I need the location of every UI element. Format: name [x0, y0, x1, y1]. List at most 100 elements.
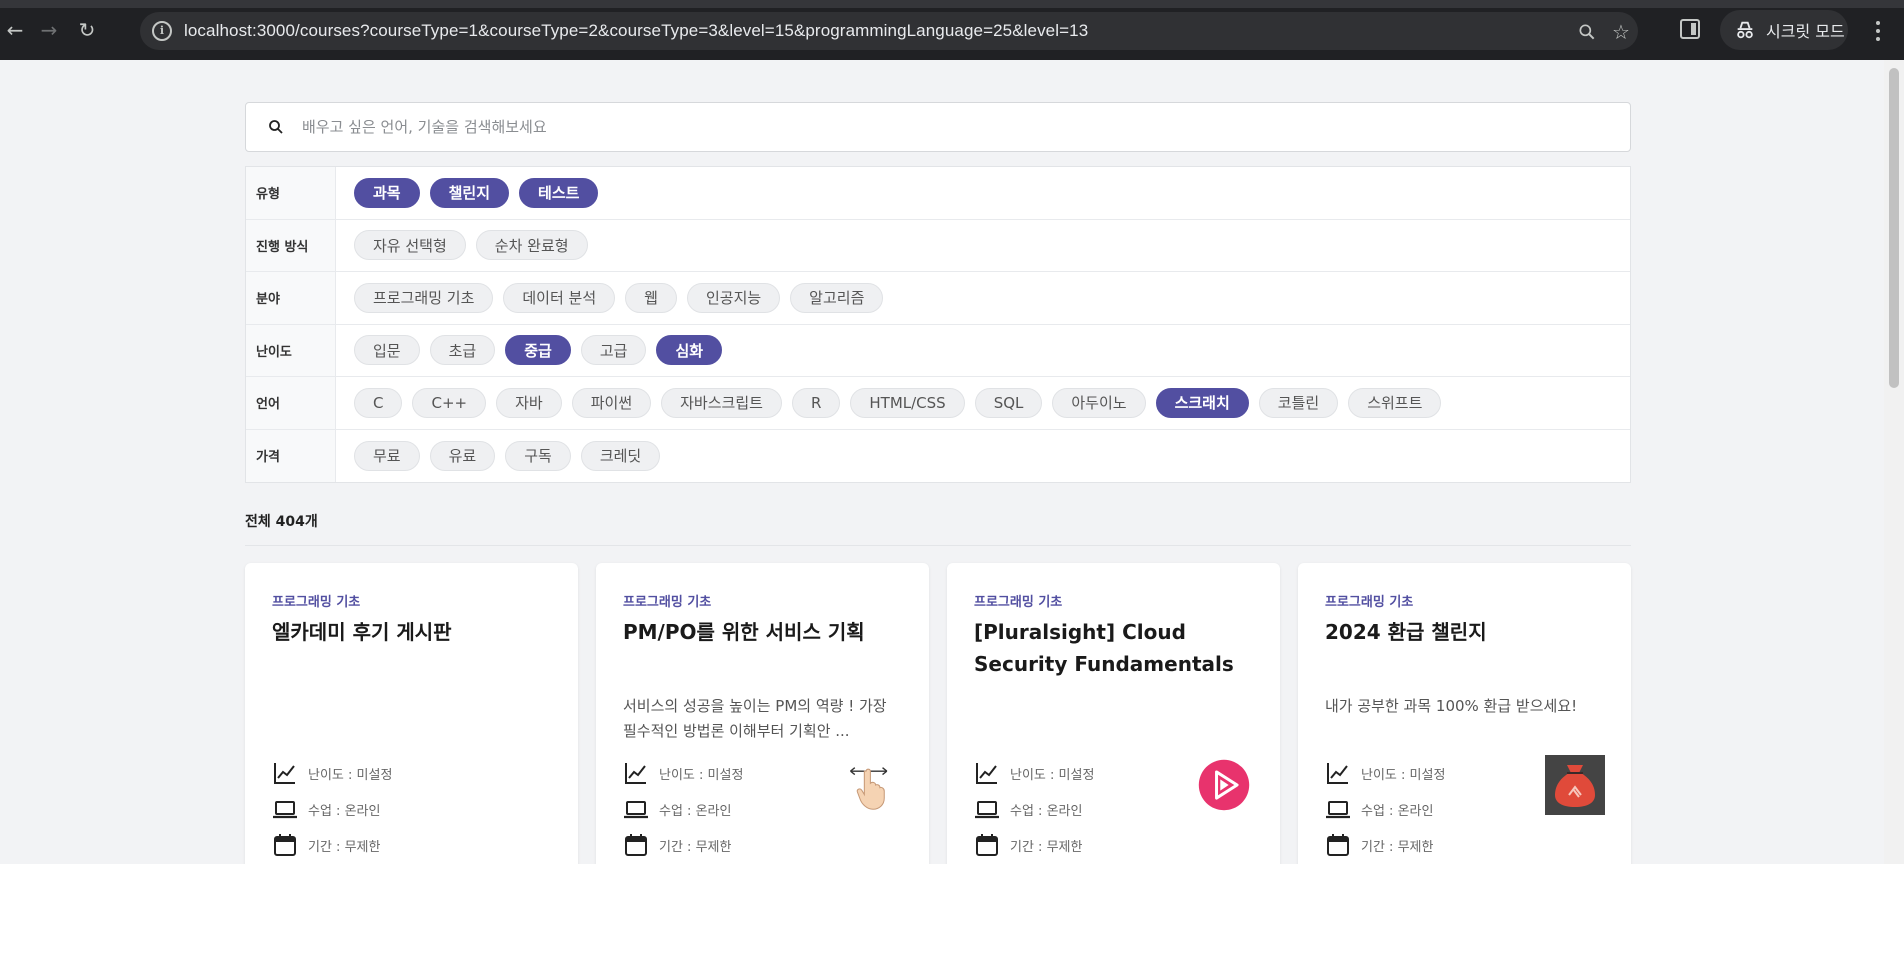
incognito-indicator[interactable]: 시크릿 모드 [1720, 10, 1848, 50]
course-level-text: 난이도 : 미설정 [1361, 767, 1446, 783]
course-title[interactable]: PM/PO를 위한 서비스 기획 [623, 616, 903, 680]
filter-row: 언어 C C++ 자바 파이썬 자바스크립트 R HTML/CSS SQL 아두이노 스크래치 코틀린… [246, 377, 1630, 430]
zoom-icon[interactable] [1576, 21, 1598, 43]
site-info-icon[interactable]: i [152, 21, 172, 41]
laptop-icon [273, 801, 297, 819]
filter-chip[interactable]: 크레딧 [580, 440, 661, 471]
filter-chip[interactable]: 심화 [656, 335, 723, 366]
total-count: 전체 404개 [245, 511, 1631, 546]
pluralsight-logo [1198, 759, 1250, 811]
filter-chip[interactable]: 자유 선택형 [354, 230, 466, 261]
filter-options: 무료 유료 구독 크레딧 [336, 430, 661, 483]
course-description: 서비스의 성공을 높이는 PM의 역량 ! 가장 필수적인 방법론 이해부터 기… [623, 697, 887, 740]
course-card[interactable]: 프로그래밍 기초 [Pluralsight] Cloud Security Fun… [947, 563, 1280, 864]
incognito-label: 시크릿 모드 [1766, 22, 1845, 41]
chart-line-icon [1327, 763, 1348, 784]
calendar-icon [625, 834, 647, 856]
course-level: 난이도 : 미설정 [1325, 755, 1445, 791]
filter-chip[interactable]: HTML/CSS [850, 387, 965, 418]
filter-chip[interactable]: 무료 [354, 440, 420, 471]
filter-chip[interactable]: 고급 [580, 335, 647, 366]
scrollbar-thumb[interactable] [1889, 68, 1899, 388]
filter-chip[interactable]: C [354, 387, 403, 418]
course-class-type: 수업 : 온라인 [974, 791, 1094, 827]
bookmark-star-icon[interactable]: ☆ [1610, 20, 1632, 44]
money-bag-icon [1545, 755, 1605, 815]
filter-chip[interactable]: C++ [412, 387, 487, 418]
browser-toolbar: ← → ↻ i localhost:3000/courses?courseTyp… [0, 0, 1904, 60]
filter-chip[interactable]: 데이터 분석 [503, 282, 616, 313]
filter-chip[interactable]: R [791, 387, 841, 418]
filter-chip[interactable]: 프로그래밍 기초 [354, 282, 494, 313]
course-class-type-text: 수업 : 온라인 [1361, 803, 1434, 819]
course-period: 기간 : 무제한 [272, 827, 392, 863]
search-input[interactable] [302, 118, 1502, 136]
filter-label: 언어 [246, 377, 336, 429]
course-description [974, 694, 1254, 744]
filter-row: 진행 방식 자유 선택형 순차 완료형 [246, 219, 1630, 272]
course-list: 프로그래밍 기초 엘카데미 후기 게시판 난이도 : 미설정 수업 : 온라인 기간 :… [245, 563, 1631, 864]
filter-label: 진행 방식 [246, 219, 336, 271]
course-class-type: 수업 : 온라인 [272, 791, 392, 827]
course-period-text: 기간 : 무제한 [659, 839, 732, 855]
course-meta: 난이도 : 미설정수업 : 온라인기간 : 무제한 [272, 755, 392, 863]
filter-chip[interactable]: 파이썬 [571, 387, 652, 418]
course-card[interactable]: 프로그래밍 기초 2024 환급 챌린지 내가 공부한 과목 100% 환급 받으세… [1298, 563, 1631, 864]
course-level-text: 난이도 : 미설정 [659, 767, 744, 783]
filter-options: 입문 초급 중급 고급 심화 [336, 325, 723, 377]
course-card[interactable]: 프로그래밍 기초 엘카데미 후기 게시판 난이도 : 미설정 수업 : 온라인 기간 :… [245, 563, 578, 864]
course-title[interactable]: 엘카데미 후기 게시판 [272, 616, 552, 680]
course-level-text: 난이도 : 미설정 [308, 767, 393, 783]
filter-row: 가격 무료 유료 구독 크레딧 [246, 429, 1630, 483]
filter-chip[interactable]: 테스트 [519, 177, 599, 208]
course-class-type-text: 수업 : 온라인 [659, 803, 732, 819]
filter-chip[interactable]: 중급 [505, 335, 571, 366]
course-period-text: 기간 : 무제한 [308, 839, 381, 855]
filter-chip[interactable]: 코틀린 [1258, 387, 1339, 418]
course-meta: 난이도 : 미설정 수업 : 온라인 기간 : 무제한 [974, 755, 1094, 863]
course-category: 프로그래밍 기초 [1325, 595, 1414, 610]
filter-chip[interactable]: 입문 [354, 335, 420, 366]
search-box[interactable] [245, 102, 1631, 152]
course-description [272, 694, 552, 744]
filter-chip[interactable]: 알고리즘 [790, 282, 884, 313]
url-text[interactable]: localhost:3000/courses?courseType=1&cour… [184, 12, 1088, 50]
course-period: 기간 : 무제한 [974, 827, 1094, 863]
browser-menu-icon[interactable] [1868, 18, 1888, 44]
forward-icon[interactable]: → [34, 15, 64, 45]
laptop-icon [1326, 801, 1350, 819]
reload-icon[interactable]: ↻ [72, 15, 102, 45]
filter-label: 유형 [246, 167, 336, 219]
filter-chip[interactable]: 챌린지 [429, 177, 510, 208]
course-title[interactable]: [Pluralsight] Cloud Security Fundamental… [974, 616, 1254, 680]
course-level: 난이도 : 미설정 [272, 755, 392, 791]
address-bar[interactable]: i localhost:3000/courses?courseType=1&co… [140, 12, 1638, 50]
course-thumbnail [843, 755, 903, 815]
chart-line-icon [976, 763, 997, 784]
filter-chip[interactable]: 과목 [354, 177, 420, 208]
filter-chip[interactable]: 초급 [429, 335, 496, 366]
course-title[interactable]: 2024 환급 챌린지 [1325, 616, 1605, 680]
filter-chip[interactable]: 웹 [625, 282, 677, 313]
calendar-icon [1327, 834, 1349, 856]
filter-chip[interactable]: 아두이노 [1052, 387, 1146, 418]
filter-chip[interactable]: 스크래치 [1155, 387, 1249, 418]
filter-chip[interactable]: 유료 [429, 440, 496, 471]
side-panel-icon[interactable] [1680, 19, 1700, 39]
filter-chip[interactable]: 인공지능 [686, 282, 781, 313]
course-card[interactable]: 프로그래밍 기초 PM/PO를 위한 서비스 기획 서비스의 성공을 높이는 PM의… [596, 563, 929, 864]
filter-chip[interactable]: 스위프트 [1348, 387, 1442, 418]
filter-chip[interactable]: 구독 [505, 440, 571, 471]
filter-label: 가격 [246, 429, 336, 482]
course-thumbnail [1545, 755, 1605, 815]
courses-page: 유형과목챌린지테스트진행 방식자유 선택형순차 완료형분야프로그래밍 기초데이터… [245, 102, 1631, 864]
page-scrollbar[interactable] [1884, 60, 1904, 864]
filter-row: 분야 프로그래밍 기초 데이터 분석 웹 인공지능 알고리즘 [246, 272, 1630, 325]
filter-chip[interactable]: 순차 완료형 [475, 230, 588, 261]
search-icon [269, 120, 283, 134]
filter-label: 난이도 [246, 324, 336, 376]
filter-chip[interactable]: 자바스크립트 [661, 387, 782, 418]
back-icon[interactable]: ← [0, 15, 30, 45]
filter-chip[interactable]: 자바 [496, 387, 562, 418]
filter-chip[interactable]: SQL [974, 387, 1043, 418]
